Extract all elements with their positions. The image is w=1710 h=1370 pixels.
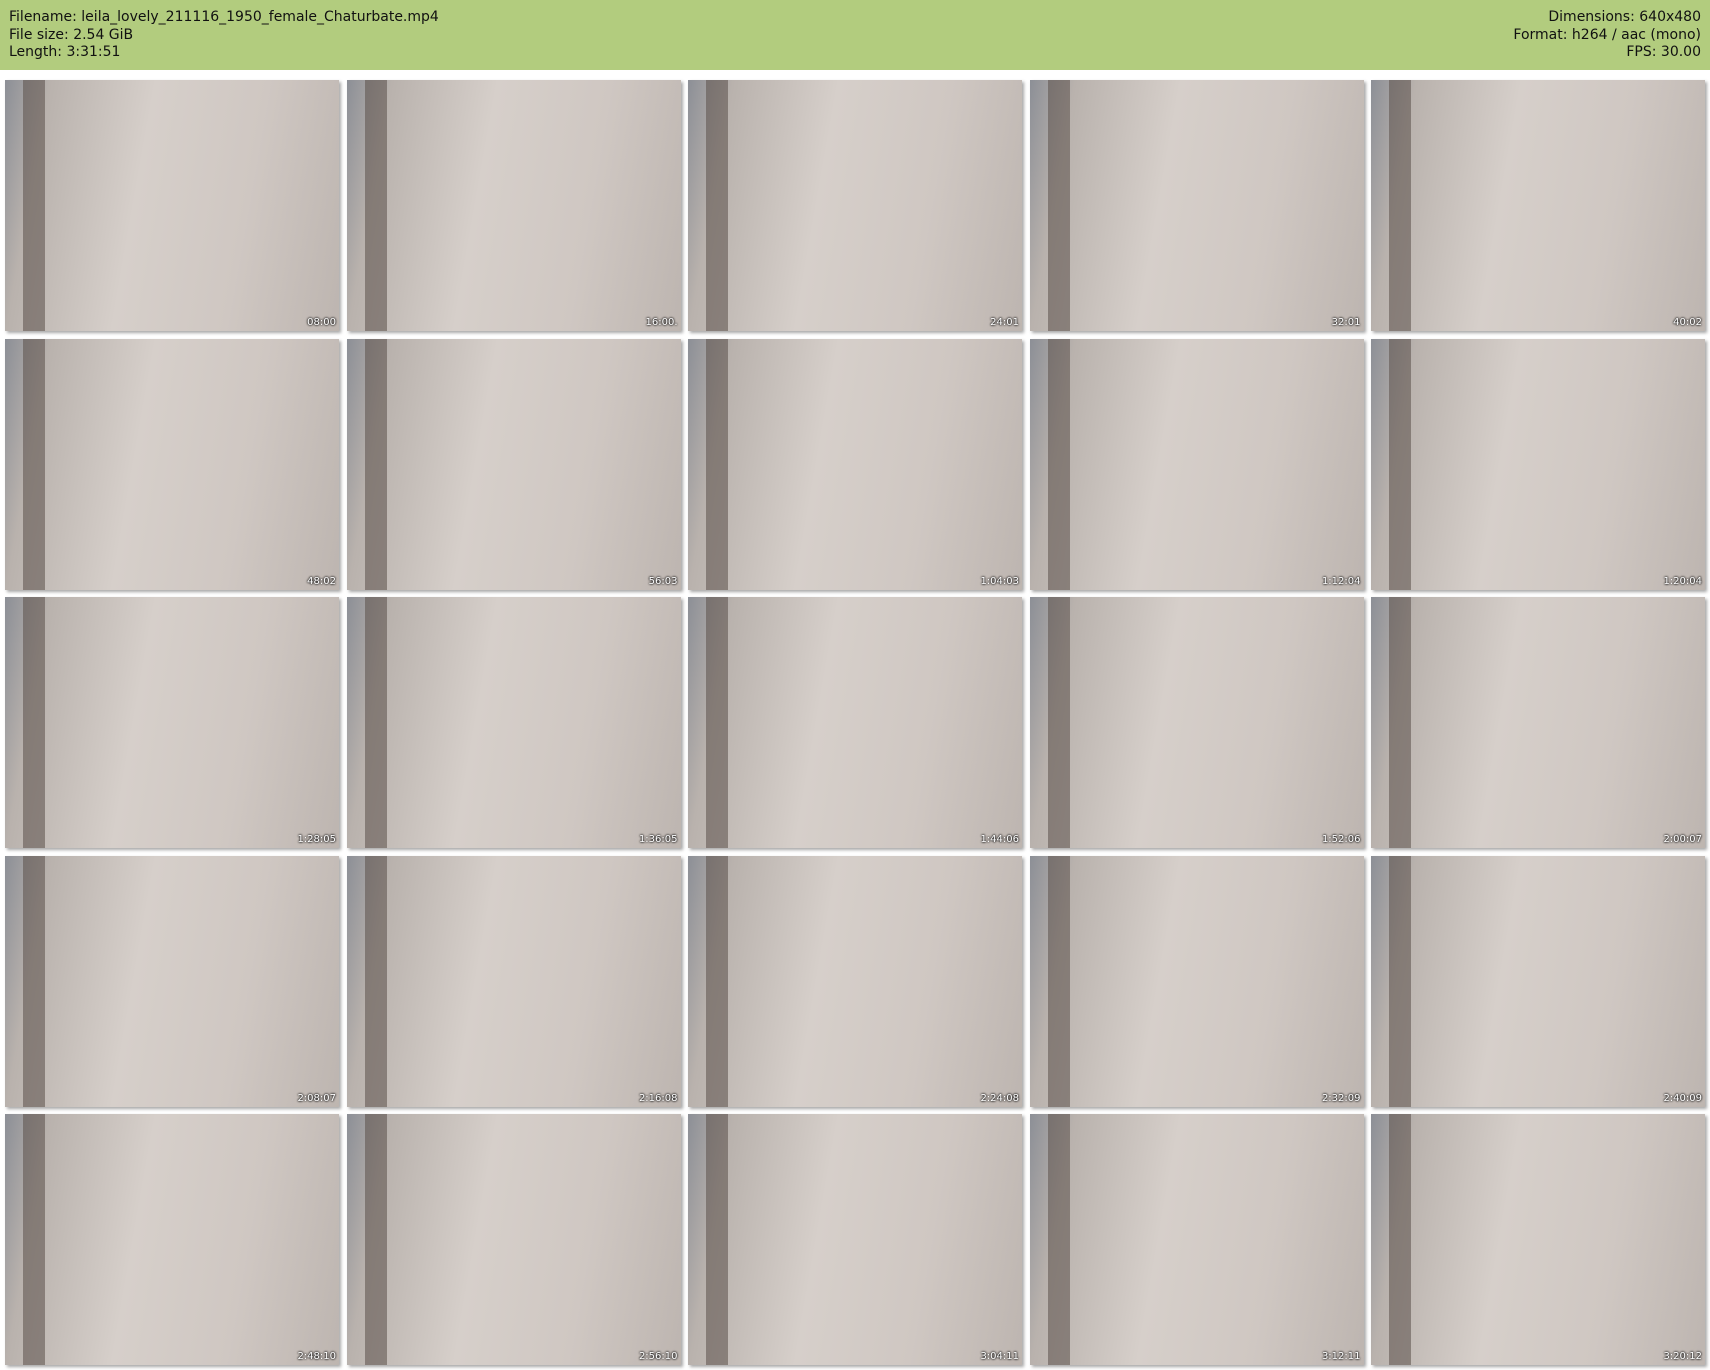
window-frame-image (23, 597, 45, 848)
timestamp: 40:02 (1673, 317, 1702, 328)
timestamp: 2:32:09 (1321, 1092, 1361, 1104)
timestamp: 2:16:08 (638, 1092, 678, 1104)
window-frame-image (1047, 597, 1070, 848)
window-frame-image (364, 855, 387, 1107)
video-thumbnail: 1:44:06 (688, 597, 1022, 848)
timestamp: 24:01 (990, 317, 1019, 328)
video-thumbnail: 1:36:05 (346, 597, 681, 848)
video-thumbnail: 1:12:04 (1029, 338, 1364, 590)
timestamp: 2:00:07 (1663, 834, 1702, 845)
timestamp: 1:28:05 (297, 834, 336, 845)
video-thumbnail: 2:24:08 (688, 855, 1022, 1107)
video-thumbnail: 48:02 (5, 338, 339, 590)
timestamp: 56:03 (648, 575, 678, 587)
window-frame-image (706, 855, 728, 1107)
timestamp: 2:40:09 (1663, 1092, 1702, 1104)
timestamp: 3:20:12 (1663, 1351, 1702, 1362)
window-frame-image (1389, 80, 1411, 331)
video-thumbnail: 2:40:09 (1371, 855, 1705, 1107)
video-thumbnail: 2:32:09 (1029, 855, 1364, 1107)
timestamp: 48:02 (307, 575, 336, 587)
video-thumbnail: 3:04:11 (688, 1114, 1022, 1365)
timestamp: 08:00 (307, 317, 336, 328)
window-frame-image (706, 597, 728, 848)
window-frame-image (364, 597, 387, 848)
timestamp: 3:12:11 (1321, 1351, 1361, 1362)
thumbnail-grid: 08:00 16:00. 24:01 32:01 40:02 48:02 56:03 1:04… (5, 80, 1705, 1365)
video-thumbnail: 2:56:10 (346, 1114, 681, 1365)
file-info-left: Filename: leila_lovely_211116_1950_femal… (9, 9, 439, 62)
window-frame-image (706, 80, 728, 331)
video-thumbnail: 3:12:11 (1029, 1114, 1364, 1365)
video-thumbnail: 2:48:10 (5, 1114, 339, 1365)
video-thumbnail: 32:01 (1029, 80, 1364, 331)
video-thumbnail: 1:20:04 (1371, 338, 1705, 590)
filename: Filename: leila_lovely_211116_1950_femal… (9, 9, 439, 25)
window-frame-image (364, 1114, 387, 1365)
timestamp: 1:20:04 (1663, 575, 1702, 587)
info-header: Filename: leila_lovely_211116_1950_femal… (0, 0, 1710, 70)
window-frame-image (364, 338, 387, 590)
timestamp: 2:48:10 (297, 1351, 336, 1362)
format: Format: h264 / aac (mono) (1513, 26, 1701, 43)
window-frame-image (23, 855, 45, 1107)
video-thumbnail: 08:00 (5, 80, 339, 331)
window-frame-image (706, 1114, 728, 1365)
timestamp: 1:52:06 (1321, 834, 1361, 845)
window-frame-image (1047, 1114, 1070, 1365)
window-frame-image (1389, 1114, 1411, 1365)
window-frame-image (23, 338, 45, 590)
video-thumbnail: 1:52:06 (1029, 597, 1364, 848)
fps: FPS: 30.00 (1626, 44, 1701, 60)
timestamp: 1:44:06 (980, 834, 1019, 845)
length: Length: 3:31:51 (9, 44, 121, 60)
dimensions: Dimensions: 640x480 (1548, 9, 1701, 25)
window-frame-image (1389, 855, 1411, 1107)
video-thumbnail: 3:20:12 (1371, 1114, 1705, 1365)
timestamp: 16:00. (645, 317, 678, 328)
timestamp: 2:56:10 (638, 1351, 678, 1362)
window-frame-image (1389, 597, 1411, 848)
timestamp: 32:01 (1331, 317, 1361, 328)
timestamp: 1:04:03 (980, 575, 1019, 587)
window-frame-image (1389, 338, 1411, 590)
video-thumbnail: 2:16:08 (346, 855, 681, 1107)
window-frame-image (1047, 338, 1070, 590)
timestamp: 3:04:11 (980, 1351, 1019, 1362)
window-frame-image (23, 1114, 45, 1365)
video-thumbnail: 56:03 (346, 338, 681, 590)
window-frame-image (1047, 80, 1070, 331)
window-frame-image (23, 80, 45, 331)
video-thumbnail: 24:01 (688, 80, 1022, 331)
window-frame-image (364, 80, 387, 331)
timestamp: 2:08:07 (297, 1092, 336, 1104)
video-thumbnail: 1:28:05 (5, 597, 339, 848)
video-thumbnail: 16:00. (346, 80, 681, 331)
video-thumbnail: 1:04:03 (688, 338, 1022, 590)
timestamp: 1:12:04 (1321, 575, 1361, 587)
file-size: File size: 2.54 GiB (9, 26, 134, 43)
timestamp: 1:36:05 (638, 834, 678, 845)
video-thumbnail: 2:00:07 (1371, 597, 1705, 848)
file-info-right: Dimensions: 640x480 Format: h264 / aac (… (1513, 9, 1701, 62)
video-thumbnail: 2:08:07 (5, 855, 339, 1107)
window-frame-image (1047, 855, 1070, 1107)
timestamp: 2:24:08 (980, 1092, 1019, 1104)
video-thumbnail: 40:02 (1371, 80, 1705, 331)
window-frame-image (706, 338, 728, 590)
